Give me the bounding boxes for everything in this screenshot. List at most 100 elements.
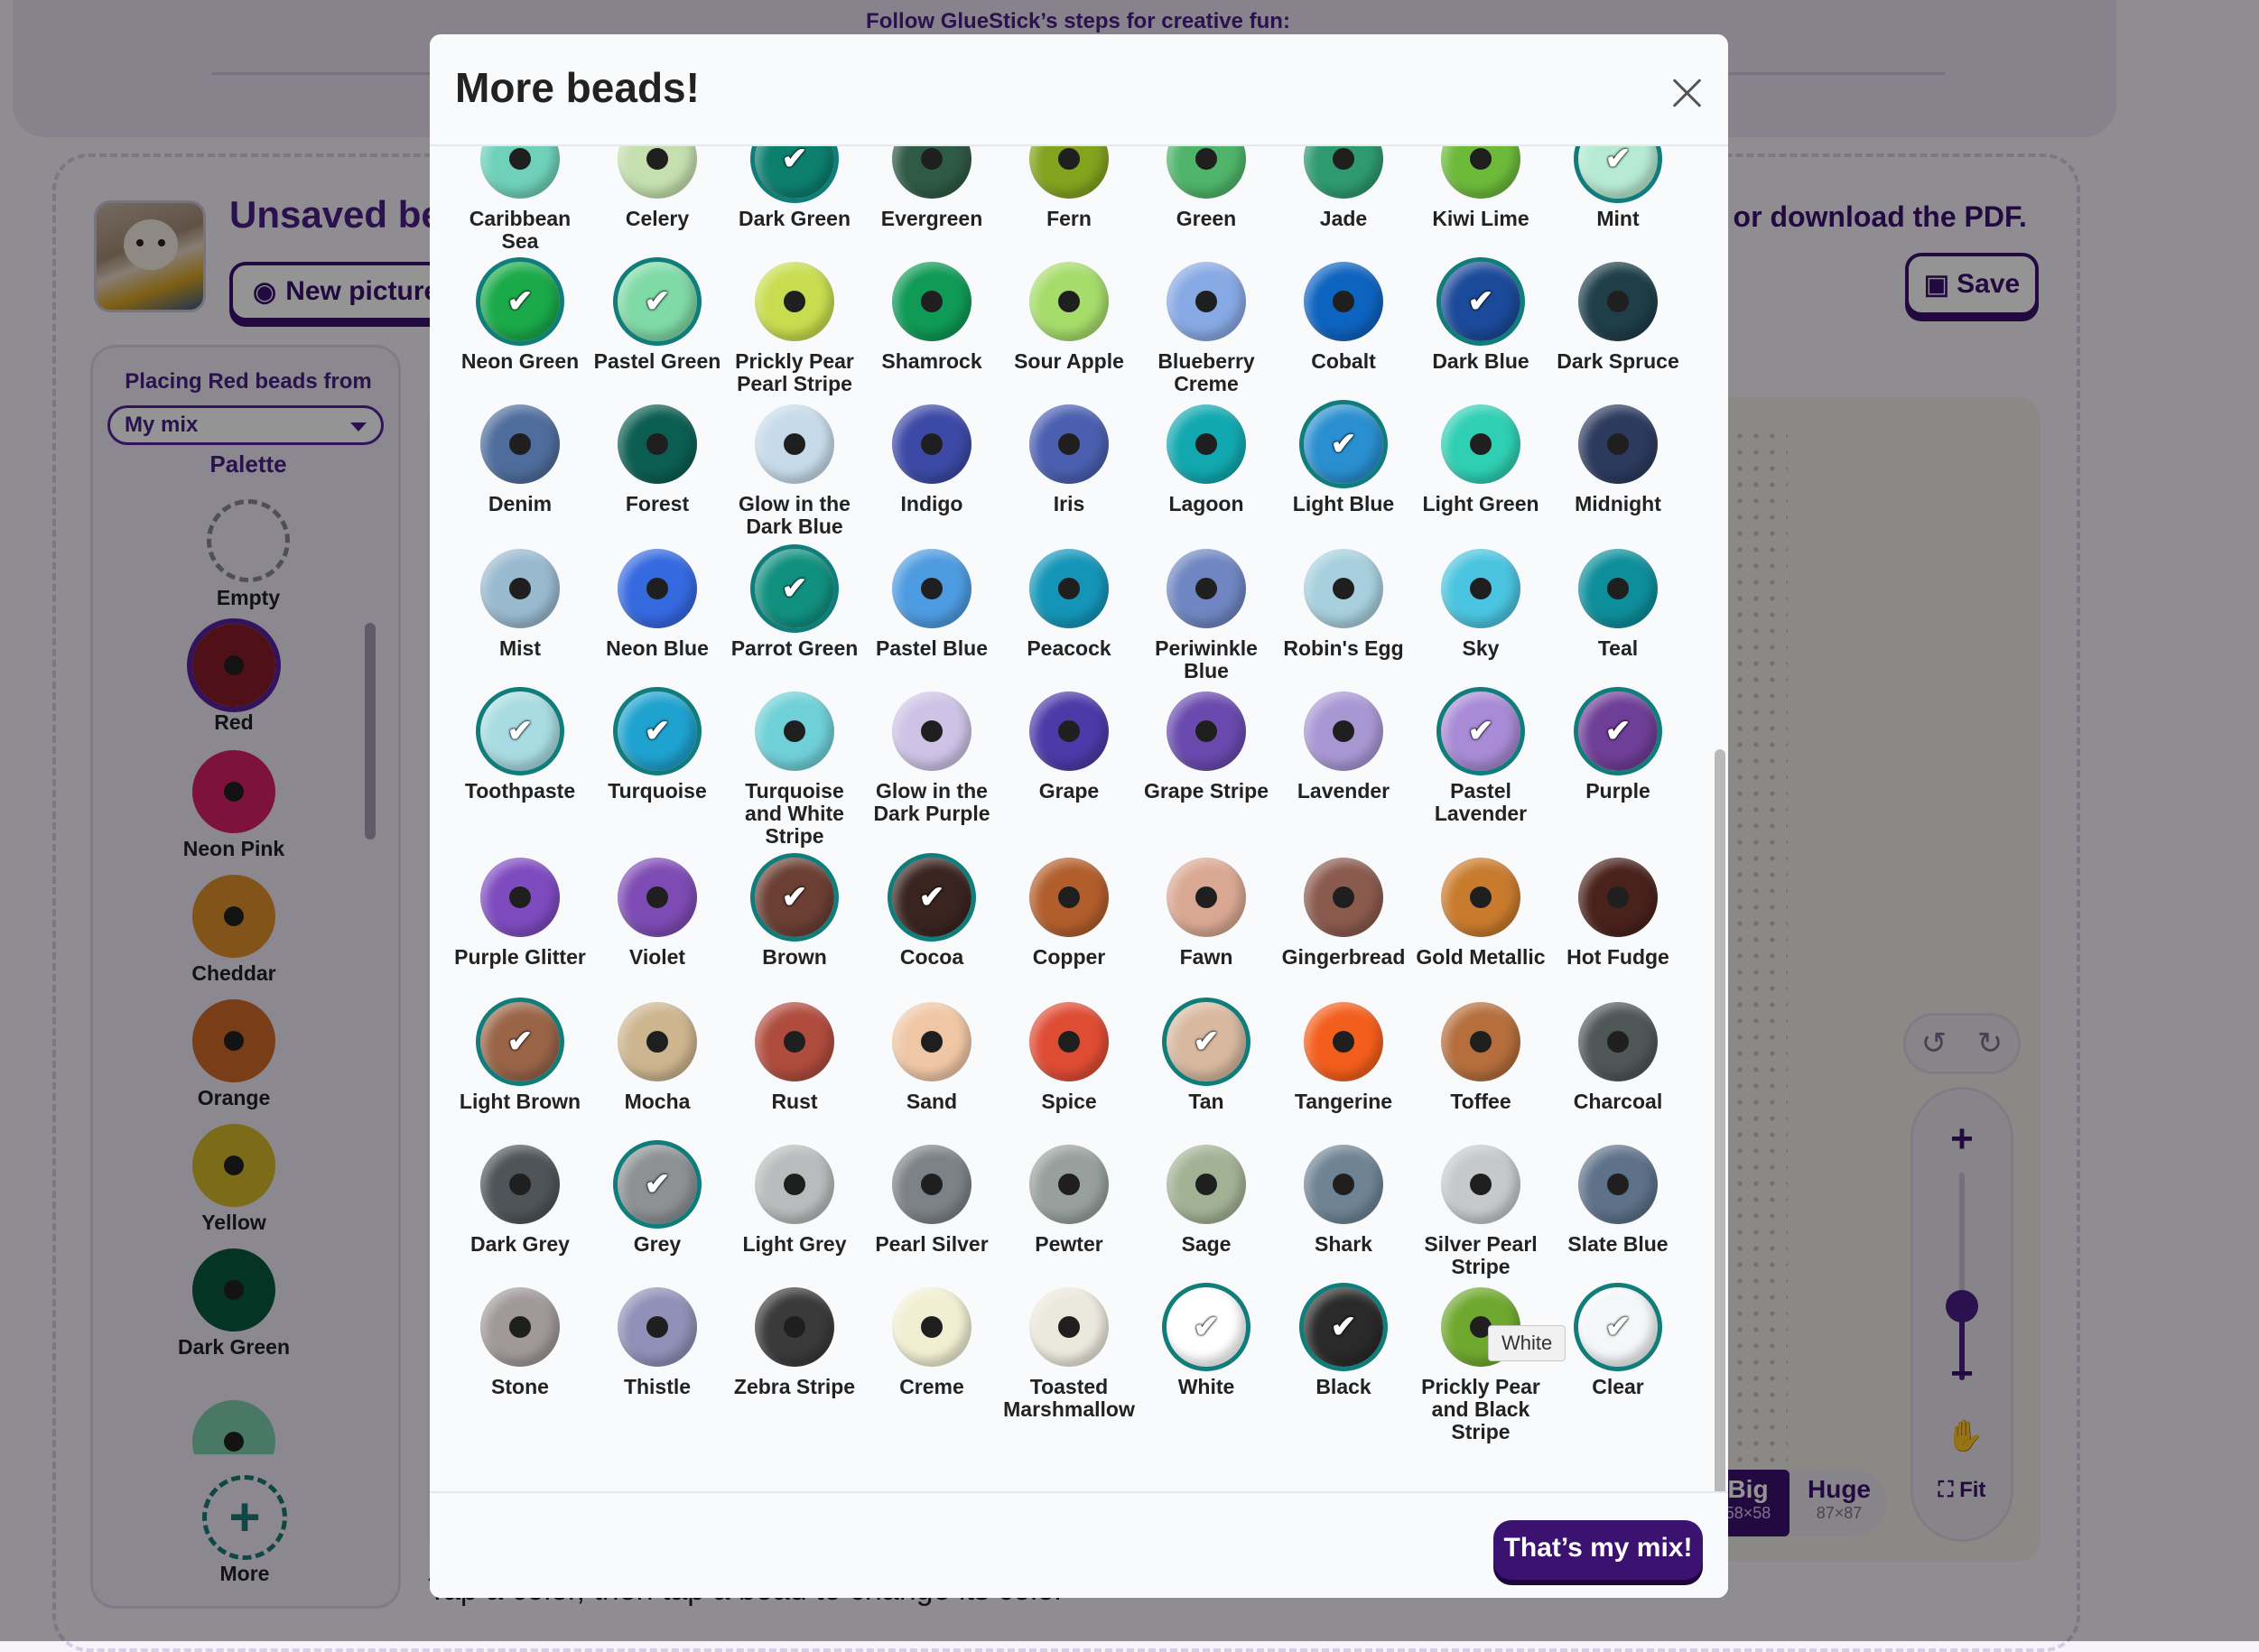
bead-option[interactable]: Lavender (1275, 691, 1412, 803)
bead-option[interactable]: Light Green (1412, 404, 1549, 515)
bead-option[interactable]: Gold Metallic (1412, 858, 1549, 969)
bead-option[interactable]: ✔ Pastel Lavender (1412, 687, 1549, 825)
bead-option[interactable]: Lagoon (1138, 404, 1275, 515)
bead-option[interactable]: ✔ Turquoise (589, 687, 726, 803)
bead-option[interactable]: ✔ Light Blue (1275, 400, 1412, 515)
bead-option[interactable]: Robin's Egg (1275, 549, 1412, 660)
bead-option[interactable]: Peacock (1000, 549, 1138, 660)
bead-option[interactable]: Blueberry Creme (1138, 262, 1275, 395)
bead-swatch-icon (1029, 1287, 1109, 1367)
bead-swatch-icon (1029, 691, 1109, 771)
bead-swatch-icon (1167, 549, 1246, 628)
bead-option[interactable]: Grape Stripe (1138, 691, 1275, 803)
bead-option[interactable]: ✔ Toothpaste (451, 687, 589, 803)
bead-option[interactable]: Caribbean Sea (451, 146, 589, 253)
bead-option[interactable]: Grape (1000, 691, 1138, 803)
bead-swatch-icon (1578, 858, 1658, 937)
bead-option[interactable]: Rust (726, 1002, 863, 1113)
bead-option[interactable]: Prickly Pear and Black Stripe (1412, 1287, 1549, 1443)
bead-option[interactable]: Sky (1412, 549, 1549, 660)
bead-option[interactable]: Glow in the Dark Purple (863, 691, 1000, 825)
bead-option[interactable]: Evergreen (863, 146, 1000, 230)
bead-option[interactable]: Tangerine (1275, 1002, 1412, 1113)
bead-option[interactable]: ✔ Neon Green (451, 257, 589, 373)
bead-label: Shark (1315, 1232, 1372, 1256)
bead-option[interactable]: Sage (1138, 1145, 1275, 1256)
bead-option[interactable]: Fern (1000, 146, 1138, 230)
bead-option[interactable]: ✔ Mint (1549, 146, 1687, 230)
bead-label: Periwinkle Blue (1155, 636, 1258, 682)
bead-option[interactable]: ✔ Pastel Green (589, 257, 726, 373)
bead-option[interactable]: Mocha (589, 1002, 726, 1113)
bead-option[interactable]: ✔ Tan (1138, 998, 1275, 1113)
bead-option[interactable]: Silver Pearl Stripe (1412, 1145, 1549, 1278)
bead-swatch-icon (755, 262, 834, 341)
bead-option[interactable]: Copper (1000, 858, 1138, 969)
close-icon[interactable] (1665, 70, 1710, 116)
bead-label: Fern (1046, 207, 1092, 230)
bead-option[interactable]: ✔ Brown (726, 853, 863, 969)
bead-option[interactable]: Green (1138, 146, 1275, 230)
bead-option[interactable]: Stone (451, 1287, 589, 1398)
bead-option[interactable]: Purple Glitter (451, 858, 589, 969)
bead-option[interactable]: Forest (589, 404, 726, 515)
bead-swatch-icon (892, 262, 971, 341)
bead-option[interactable]: Prickly Pear Pearl Stripe (726, 262, 863, 395)
bead-option[interactable]: Toffee (1412, 1002, 1549, 1113)
bead-option[interactable]: Violet (589, 858, 726, 969)
bead-option[interactable]: Slate Blue (1549, 1145, 1687, 1256)
bead-option[interactable]: Indigo (863, 404, 1000, 515)
bead-option[interactable]: Teal (1549, 549, 1687, 660)
bead-option[interactable]: Kiwi Lime (1412, 146, 1549, 230)
bead-label: Dark Green (738, 207, 851, 230)
bead-swatch-icon (1167, 858, 1246, 937)
bead-swatch-icon (1304, 1002, 1383, 1081)
bead-option[interactable]: Fawn (1138, 858, 1275, 969)
bead-option[interactable]: Hot Fudge (1549, 858, 1687, 969)
bead-option[interactable]: Charcoal (1549, 1002, 1687, 1113)
bead-option[interactable]: Denim (451, 404, 589, 515)
bead-option[interactable]: Cobalt (1275, 262, 1412, 373)
bead-option[interactable]: ✔ Grey (589, 1140, 726, 1256)
bead-option[interactable]: Spice (1000, 1002, 1138, 1113)
bead-option[interactable]: ✔ Dark Green (726, 146, 863, 230)
bead-option[interactable]: Pewter (1000, 1145, 1138, 1256)
bead-option[interactable]: Toasted Marshmallow (1000, 1287, 1138, 1421)
bead-option[interactable]: Dark Grey (451, 1145, 589, 1256)
bead-option[interactable]: ✔ Light Brown (451, 998, 589, 1113)
bead-option[interactable]: Neon Blue (589, 549, 726, 660)
modal-scrollbar[interactable] (1710, 146, 1728, 1518)
bead-option[interactable]: Sour Apple (1000, 262, 1138, 373)
bead-option[interactable]: Zebra Stripe (726, 1287, 863, 1398)
bead-option[interactable]: Gingerbread (1275, 858, 1412, 969)
bead-option[interactable]: Jade (1275, 146, 1412, 230)
bead-option[interactable]: Turquoise and White Stripe (726, 691, 863, 848)
bead-option[interactable]: Shark (1275, 1145, 1412, 1256)
bead-option[interactable]: Shamrock (863, 262, 1000, 373)
bead-option[interactable]: Midnight (1549, 404, 1687, 515)
bead-option[interactable]: Thistle (589, 1287, 726, 1398)
bead-option[interactable]: ✔ Purple (1549, 687, 1687, 803)
bead-option[interactable]: ✔ Dark Blue (1412, 257, 1549, 373)
bead-option[interactable]: Periwinkle Blue (1138, 549, 1275, 682)
modal-scrollbar-thumb[interactable] (1715, 749, 1725, 1518)
bead-option[interactable]: Light Grey (726, 1145, 863, 1256)
bead-option[interactable]: ✔ Cocoa (863, 853, 1000, 969)
bead-option[interactable]: ✔ Parrot Green (726, 544, 863, 660)
bead-option[interactable]: Glow in the Dark Blue (726, 404, 863, 538)
checkmark-icon: ✔ (1330, 427, 1357, 461)
bead-option[interactable]: Dark Spruce (1549, 262, 1687, 373)
bead-option[interactable]: ✔ White (1138, 1283, 1275, 1398)
bead-grid-scroll-area[interactable]: Caribbean Sea Celery ✔ Dark Green Evergreen F… (430, 146, 1705, 1491)
bead-option[interactable]: ✔ Clear (1549, 1283, 1687, 1398)
bead-option[interactable]: ✔ Black (1275, 1283, 1412, 1398)
thats-my-mix-button[interactable]: That’s my mix! (1493, 1520, 1703, 1580)
bead-option[interactable]: Pearl Silver (863, 1145, 1000, 1256)
bead-option[interactable]: Sand (863, 1002, 1000, 1113)
bead-option[interactable]: Iris (1000, 404, 1138, 515)
bead-label: Pearl Silver (875, 1232, 989, 1256)
bead-option[interactable]: Celery (589, 146, 726, 230)
bead-option[interactable]: Mist (451, 549, 589, 660)
bead-option[interactable]: Creme (863, 1287, 1000, 1398)
bead-option[interactable]: Pastel Blue (863, 549, 1000, 660)
